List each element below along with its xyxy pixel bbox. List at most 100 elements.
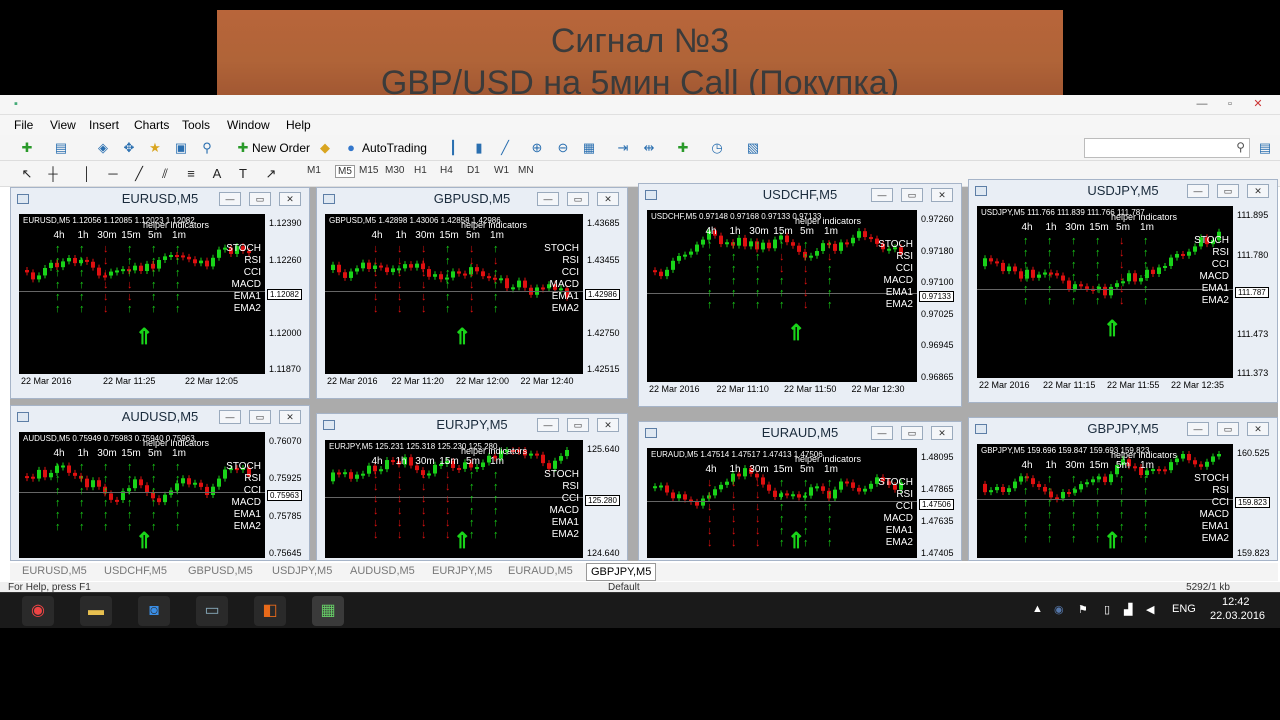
- autotrading-icon[interactable]: ●: [340, 138, 362, 158]
- candlestick-icon[interactable]: ▮: [468, 138, 490, 158]
- timeframe-m30[interactable]: M30: [385, 165, 404, 176]
- clock-date[interactable]: 22.03.2016: [1210, 610, 1265, 622]
- volume-icon[interactable]: ◀: [1146, 603, 1154, 616]
- search-input[interactable]: ⚲: [1084, 138, 1250, 158]
- zoom-in-icon[interactable]: ⊕: [526, 138, 548, 158]
- chart-window[interactable]: EURAUD,M5 — ▭ ✕ EURAUD,M5 1.47514 1.47517…: [638, 421, 962, 561]
- periods-icon[interactable]: ◷: [706, 138, 728, 158]
- chart-restore-button[interactable]: ▭: [1217, 422, 1239, 436]
- chart-restore-button[interactable]: ▭: [901, 426, 923, 440]
- chart-close-button[interactable]: ✕: [279, 192, 301, 206]
- battery-icon[interactable]: ▯: [1104, 603, 1110, 616]
- chart-minimize-button[interactable]: —: [871, 426, 893, 440]
- menu-help[interactable]: Help: [286, 118, 311, 132]
- search-icon[interactable]: ⚲: [1236, 140, 1245, 154]
- metaeditor-icon[interactable]: ◆: [314, 138, 336, 158]
- new-order-icon[interactable]: ✚: [232, 138, 254, 158]
- chart-restore-button[interactable]: ▭: [249, 410, 271, 424]
- price-chart[interactable]: EURJPY,M5 125.231 125.318 125.230 125.28…: [325, 440, 583, 558]
- chart-restore-button[interactable]: ▭: [567, 192, 589, 206]
- timeframe-m5[interactable]: M5: [335, 165, 355, 178]
- cursor-icon[interactable]: ↖: [16, 164, 38, 184]
- text-icon[interactable]: A: [206, 164, 228, 184]
- menu-insert[interactable]: Insert: [89, 118, 119, 132]
- timeframe-h4[interactable]: H4: [440, 165, 453, 176]
- data-window-icon[interactable]: ★: [144, 138, 166, 158]
- timeframe-h1[interactable]: H1: [414, 165, 427, 176]
- templates-icon[interactable]: ▧: [742, 138, 764, 158]
- timeframe-m15[interactable]: M15: [359, 165, 378, 176]
- presentation-icon[interactable]: ◧: [254, 596, 286, 626]
- chart-tab[interactable]: EURJPY,M5: [428, 565, 496, 577]
- chart-window[interactable]: EURUSD,M5 — ▭ ✕ EURUSD,M5 1.12056 1.12085…: [10, 187, 310, 399]
- timeframe-mn[interactable]: MN: [518, 165, 534, 176]
- horizontal-line-icon[interactable]: ─: [102, 164, 124, 184]
- metatrader-task-icon[interactable]: ▦: [312, 596, 344, 626]
- crosshair-icon[interactable]: ┼: [42, 164, 64, 184]
- chart-window[interactable]: GBPUSD,M5 — ▭ ✕ GBPUSD,M5 1.42898 1.43006…: [316, 187, 628, 399]
- zoom-out-icon[interactable]: ⊖: [552, 138, 574, 158]
- chart-tab[interactable]: USDCHF,M5: [100, 565, 171, 577]
- new-chart-icon[interactable]: ✚: [16, 138, 38, 158]
- chart-close-button[interactable]: ✕: [1247, 184, 1269, 198]
- menu-file[interactable]: File: [14, 118, 33, 132]
- new-order-button[interactable]: New Order: [252, 138, 310, 158]
- language-indicator[interactable]: ENG: [1172, 603, 1196, 615]
- chrome-icon[interactable]: ◉: [22, 596, 54, 626]
- signal-icon[interactable]: ▟: [1124, 603, 1132, 616]
- chart-minimize-button[interactable]: —: [537, 192, 559, 206]
- price-chart[interactable]: EURAUD,M5 1.47514 1.47517 1.47413 1.4750…: [647, 448, 917, 558]
- menu-view[interactable]: View: [50, 118, 76, 132]
- chart-minimize-button[interactable]: —: [219, 192, 241, 206]
- bar-chart-icon[interactable]: ┃: [442, 138, 464, 158]
- chart-close-button[interactable]: ✕: [279, 410, 301, 424]
- chart-window[interactable]: EURJPY,M5 — ▭ ✕ EURJPY,M5 125.231 125.318…: [316, 413, 628, 561]
- chart-minimize-button[interactable]: —: [871, 188, 893, 202]
- chart-window[interactable]: USDJPY,M5 — ▭ ✕ USDJPY,M5 111.766 111.839…: [968, 179, 1278, 403]
- chart-tab[interactable]: AUDUSD,M5: [346, 565, 419, 577]
- autotrading-button[interactable]: AutoTrading: [362, 138, 427, 158]
- chart-tab[interactable]: EURAUD,M5: [504, 565, 577, 577]
- chart-tab[interactable]: GBPJPY,M5: [586, 563, 657, 581]
- price-chart[interactable]: GBPUSD,M5 1.42898 1.43006 1.42858 1.4298…: [325, 214, 583, 374]
- tray-flag-icon[interactable]: ⚑: [1078, 603, 1088, 616]
- maximize-button[interactable]: ▫: [1218, 95, 1242, 113]
- close-button[interactable]: ✕: [1246, 95, 1270, 113]
- chart-tab[interactable]: GBPUSD,M5: [184, 565, 257, 577]
- chart-close-button[interactable]: ✕: [931, 188, 953, 202]
- chart-restore-button[interactable]: ▭: [901, 188, 923, 202]
- line-chart-icon[interactable]: ╱: [494, 138, 516, 158]
- profiles-icon[interactable]: ▤: [50, 138, 72, 158]
- chart-window[interactable]: USDCHF,M5 — ▭ ✕ USDCHF,M5 0.97148 0.97168…: [638, 183, 962, 407]
- chart-minimize-button[interactable]: —: [1187, 184, 1209, 198]
- chart-close-button[interactable]: ✕: [1247, 422, 1269, 436]
- chart-window[interactable]: AUDUSD,M5 — ▭ ✕ AUDUSD,M5 0.75949 0.75983…: [10, 405, 310, 561]
- tester-icon[interactable]: ⚲: [196, 138, 218, 158]
- chart-restore-button[interactable]: ▭: [1217, 184, 1239, 198]
- menu-charts[interactable]: Charts: [134, 118, 169, 132]
- text-label-icon[interactable]: T: [232, 164, 254, 184]
- chart-close-button[interactable]: ✕: [597, 418, 619, 432]
- chart-restore-button[interactable]: ▭: [567, 418, 589, 432]
- chart-shift-icon[interactable]: ⇥: [612, 138, 634, 158]
- autoscroll-icon[interactable]: ⇹: [638, 138, 660, 158]
- chart-minimize-button[interactable]: —: [1187, 422, 1209, 436]
- menu-tools[interactable]: Tools: [182, 118, 210, 132]
- market-watch-icon[interactable]: ◈: [92, 138, 114, 158]
- price-chart[interactable]: GBPJPY,M5 159.696 159.847 159.693 159.82…: [977, 444, 1233, 558]
- chart-minimize-button[interactable]: —: [537, 418, 559, 432]
- clock-time[interactable]: 12:42: [1222, 596, 1250, 608]
- price-chart[interactable]: USDCHF,M5 0.97148 0.97168 0.97133 0.9713…: [647, 210, 917, 382]
- chart-restore-button[interactable]: ▭: [249, 192, 271, 206]
- terminal-icon[interactable]: ▣: [170, 138, 192, 158]
- chart-close-button[interactable]: ✕: [931, 426, 953, 440]
- price-chart[interactable]: USDJPY,M5 111.766 111.839 111.766 111.78…: [977, 206, 1233, 378]
- chart-minimize-button[interactable]: —: [219, 410, 241, 424]
- timeframe-w1[interactable]: W1: [494, 165, 509, 176]
- chart-tab[interactable]: USDJPY,M5: [268, 565, 336, 577]
- channel-icon[interactable]: ⫽: [154, 164, 176, 184]
- network-icon[interactable]: ◙: [138, 596, 170, 626]
- tray-app-icon[interactable]: ◉: [1054, 603, 1064, 616]
- tray-arrow-icon[interactable]: ▲: [1032, 603, 1043, 615]
- app-window-icon[interactable]: ▭: [196, 596, 228, 626]
